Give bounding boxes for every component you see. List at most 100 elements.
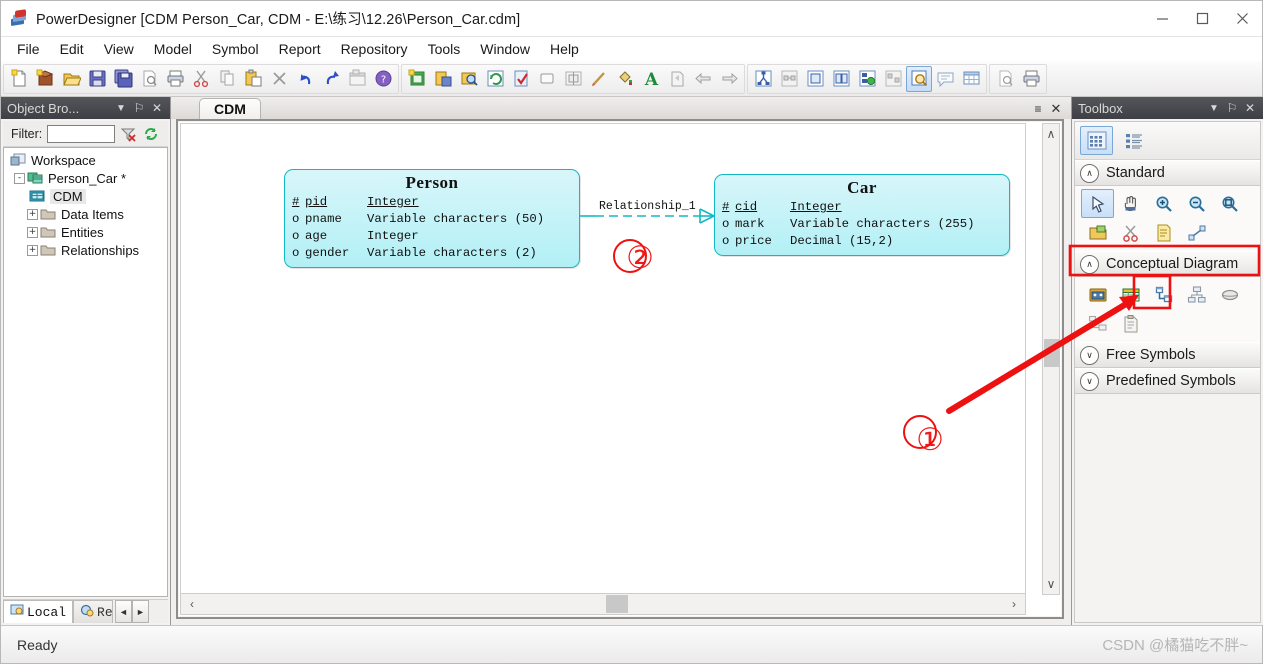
- tree-node-cdm[interactable]: CDM: [4, 187, 167, 205]
- note-tool-icon[interactable]: [1147, 218, 1180, 247]
- table-icon[interactable]: [958, 66, 984, 92]
- minimize-button[interactable]: [1142, 1, 1182, 37]
- back-icon[interactable]: [690, 66, 716, 92]
- toolbox-section-standard[interactable]: ∧ Standard: [1075, 160, 1260, 186]
- grabber-tool-icon[interactable]: [1114, 189, 1147, 218]
- scroll-down-button[interactable]: ∨: [1043, 577, 1059, 591]
- open-icon[interactable]: [58, 66, 84, 92]
- export-icon[interactable]: [664, 66, 690, 92]
- chevron-up-icon[interactable]: ∧: [1080, 163, 1099, 183]
- print-preview-icon[interactable]: [136, 66, 162, 92]
- merge-model-icon[interactable]: [854, 66, 880, 92]
- menu-tools[interactable]: Tools: [418, 39, 471, 59]
- association-tool-icon[interactable]: [1213, 280, 1246, 309]
- dropdown-icon[interactable]: ▼: [112, 99, 130, 117]
- tree-expander-expand[interactable]: +: [27, 226, 38, 238]
- refresh-tree-icon[interactable]: [141, 124, 161, 144]
- list-view-icon[interactable]: [802, 66, 828, 92]
- zoom-area-tool-icon[interactable]: [1213, 189, 1246, 218]
- browser-tab-repository[interactable]: Rep: [73, 600, 114, 623]
- preview-icon[interactable]: [992, 66, 1018, 92]
- menu-symbol[interactable]: Symbol: [202, 39, 269, 59]
- find-object-icon[interactable]: [456, 66, 482, 92]
- chevron-up-icon[interactable]: ∧: [1080, 254, 1099, 274]
- zoom-diagram-icon[interactable]: [906, 65, 932, 92]
- horizontal-scroll-thumb[interactable]: [606, 595, 628, 613]
- help-icon[interactable]: ?: [370, 66, 396, 92]
- menu-report[interactable]: Report: [269, 39, 331, 59]
- canvas-vertical-scrollbar[interactable]: ∧ ∨: [1042, 123, 1060, 595]
- menu-edit[interactable]: Edit: [50, 39, 94, 59]
- pin-icon[interactable]: ⚐: [1223, 99, 1241, 117]
- print-icon[interactable]: [162, 66, 188, 92]
- tree-node-data-items[interactable]: + Data Items: [4, 205, 167, 223]
- format-brush-icon[interactable]: [586, 66, 612, 92]
- tab-scroll-left-button[interactable]: ◄: [115, 600, 133, 623]
- chevron-down-icon[interactable]: ∨: [1080, 371, 1099, 391]
- tree-expander-collapse[interactable]: -: [14, 172, 25, 184]
- paste-icon[interactable]: [240, 66, 266, 92]
- dropdown-icon[interactable]: ▼: [1205, 99, 1223, 117]
- object-tree[interactable]: Workspace - Person_Car * CDM + Data Item…: [3, 147, 168, 597]
- toolbox-section-predefined-symbols[interactable]: ∨ Predefined Symbols: [1075, 368, 1260, 394]
- filter-input[interactable]: [47, 124, 116, 143]
- redo-icon[interactable]: [318, 66, 344, 92]
- toolbox-section-conceptual-diagram[interactable]: ∧ Conceptual Diagram: [1075, 251, 1260, 277]
- menu-view[interactable]: View: [94, 39, 144, 59]
- diagram-canvas[interactable]: Person # pid Integer o pname Variable ch…: [180, 123, 1026, 595]
- association-link-tool-icon[interactable]: [1081, 309, 1114, 338]
- pin-icon[interactable]: ⚐: [130, 99, 148, 117]
- menu-file[interactable]: File: [7, 39, 50, 59]
- tab-cdm[interactable]: CDM: [199, 98, 261, 119]
- menu-help[interactable]: Help: [540, 39, 589, 59]
- properties-icon[interactable]: [344, 66, 370, 92]
- shape-icon[interactable]: [534, 66, 560, 92]
- file-tool-icon[interactable]: [1114, 309, 1147, 338]
- impact-analysis-icon[interactable]: [776, 66, 802, 92]
- save-all-icon[interactable]: [110, 66, 136, 92]
- menu-model[interactable]: Model: [144, 39, 202, 59]
- entity-person[interactable]: Person # pid Integer o pname Variable ch…: [284, 169, 580, 268]
- tree-node-person-car[interactable]: - Person_Car *: [4, 169, 167, 187]
- maximize-button[interactable]: [1182, 1, 1222, 37]
- tab-list-icon[interactable]: ≡: [1029, 100, 1047, 118]
- toolbox-section-free-symbols[interactable]: ∨ Free Symbols: [1075, 342, 1260, 368]
- entity-tool-icon[interactable]: [1114, 280, 1147, 309]
- cut-icon[interactable]: [188, 66, 214, 92]
- link-tool-icon[interactable]: [1180, 218, 1213, 247]
- copy-icon[interactable]: [214, 66, 240, 92]
- dependency-matrix-icon[interactable]: [750, 66, 776, 92]
- tree-node-workspace[interactable]: Workspace: [4, 151, 167, 169]
- browser-tab-local[interactable]: Local: [3, 600, 74, 623]
- delete-icon[interactable]: [266, 66, 292, 92]
- inheritance-tool-icon[interactable]: [1180, 280, 1213, 309]
- pointer-tool-icon[interactable]: [1081, 189, 1114, 218]
- tree-node-relationships[interactable]: + Relationships: [4, 241, 167, 259]
- refresh-icon[interactable]: [482, 66, 508, 92]
- tree-expander-expand[interactable]: +: [27, 208, 38, 220]
- relationship-tool-icon[interactable]: [1147, 280, 1180, 309]
- new-diagram-icon[interactable]: [404, 66, 430, 92]
- fill-color-icon[interactable]: [612, 66, 638, 92]
- list-layout-icon[interactable]: [1117, 126, 1150, 155]
- scroll-left-button[interactable]: ‹: [184, 597, 200, 611]
- menu-window[interactable]: Window: [470, 39, 540, 59]
- open-package-tool-icon[interactable]: [1081, 218, 1114, 247]
- scroll-up-button[interactable]: ∧: [1043, 127, 1059, 141]
- relationship-label[interactable]: Relationship_1: [599, 200, 696, 213]
- close-icon[interactable]: ✕: [1241, 99, 1259, 117]
- undo-icon[interactable]: [292, 66, 318, 92]
- menu-repository[interactable]: Repository: [331, 39, 418, 59]
- vertical-scroll-thumb[interactable]: [1044, 339, 1060, 367]
- grid-layout-icon[interactable]: [1080, 126, 1113, 155]
- tree-expander-expand[interactable]: +: [27, 244, 38, 256]
- grid-view-icon[interactable]: [828, 66, 854, 92]
- close-button[interactable]: [1222, 1, 1262, 37]
- close-icon[interactable]: ✕: [148, 99, 166, 117]
- save-icon[interactable]: [84, 66, 110, 92]
- new-package-icon[interactable]: [32, 66, 58, 92]
- forward-icon[interactable]: [716, 66, 742, 92]
- zoom-in-tool-icon[interactable]: [1147, 189, 1180, 218]
- tab-scroll-right-button[interactable]: ►: [132, 600, 150, 623]
- zoom-out-tool-icon[interactable]: [1180, 189, 1213, 218]
